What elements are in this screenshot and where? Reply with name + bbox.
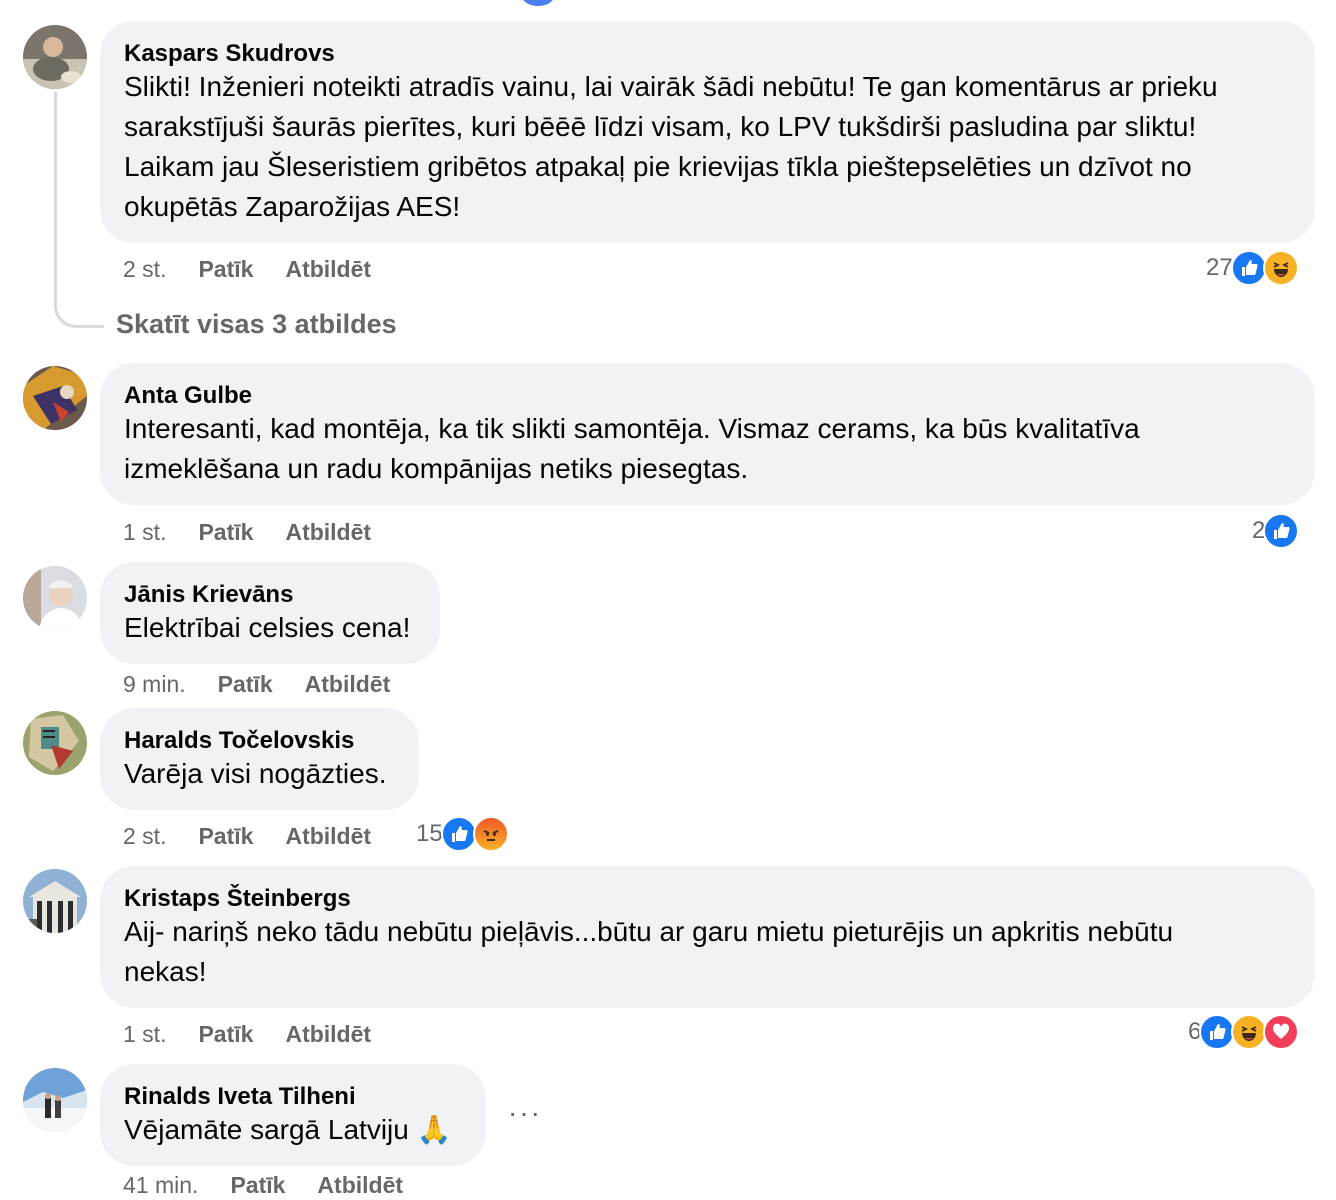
reaction-count: 27 <box>1206 254 1233 281</box>
like-icon <box>440 816 477 852</box>
reply-button[interactable]: Atbildēt <box>285 821 371 851</box>
reply-button[interactable]: Atbildēt <box>285 517 371 547</box>
comment-text: Vējamāte sargā Latviju 🙏 <box>124 1114 452 1145</box>
like-icon <box>1230 250 1267 286</box>
more-options-button[interactable]: ··· <box>508 1098 542 1128</box>
comment-text: Slikti! Inženieri noteikti atradīs vainu… <box>124 71 1218 222</box>
comment-actions: 2 st. Patīk Atbildēt <box>123 821 371 851</box>
reaction-summary[interactable]: 6 <box>1188 1014 1300 1050</box>
comment-actions: 9 min. Patīk Atbildēt <box>123 669 390 699</box>
like-icon <box>1199 1014 1236 1050</box>
comment-bubble: Rinalds Iveta Tilheni Vējamāte sargā Lat… <box>100 1064 486 1166</box>
reply-button[interactable]: Atbildēt <box>285 1019 371 1049</box>
avatar[interactable] <box>23 1068 87 1132</box>
like-button[interactable]: Patīk <box>198 254 253 284</box>
haha-icon <box>1262 250 1299 286</box>
reply-button[interactable]: Atbildēt <box>305 669 391 699</box>
comment-bubble: Kaspars Skudrovs Slikti! Inženieri notei… <box>100 21 1315 243</box>
like-button[interactable]: Patīk <box>218 669 273 699</box>
comment-author[interactable]: Rinalds Iveta Tilheni <box>124 1082 462 1112</box>
comment-bubble: Anta Gulbe Interesanti, kad montēja, ka … <box>100 363 1315 505</box>
comment-timestamp[interactable]: 1 st. <box>123 517 166 547</box>
comment-author[interactable]: Haralds Točelovskis <box>124 726 395 756</box>
reaction-summary[interactable]: 2 <box>1252 513 1300 549</box>
comment-text: Elektrībai celsies cena! <box>124 612 411 643</box>
comment-text: Interesanti, kad montēja, ka tik slikti … <box>124 413 1140 484</box>
comment-actions: 1 st. Patīk Atbildēt <box>123 517 371 547</box>
like-button[interactable]: Patīk <box>198 1019 253 1049</box>
like-icon <box>1263 513 1300 549</box>
comment-author[interactable]: Jānis Krievāns <box>124 580 416 610</box>
avatar[interactable] <box>23 869 87 933</box>
avatar[interactable] <box>23 711 87 775</box>
comment-bubble: Jānis Krievāns Elektrībai celsies cena! <box>100 562 440 664</box>
comment-timestamp[interactable]: 2 st. <box>123 821 166 851</box>
avatar[interactable] <box>23 25 87 89</box>
comment-bubble: Kristaps Šteinbergs Aij- nariņš neko tād… <box>100 866 1315 1008</box>
comment-timestamp[interactable]: 41 min. <box>123 1170 198 1200</box>
like-button[interactable]: Patīk <box>230 1170 285 1200</box>
reply-button[interactable]: Atbildēt <box>317 1170 403 1200</box>
reaction-summary[interactable]: 27 <box>1206 250 1299 286</box>
comment-timestamp[interactable]: 1 st. <box>123 1019 166 1049</box>
comment-author[interactable]: Kaspars Skudrovs <box>124 39 1291 69</box>
comment-author[interactable]: Anta Gulbe <box>124 381 1291 411</box>
comment-actions: 41 min. Patīk Atbildēt <box>123 1170 403 1200</box>
reaction-count: 15 <box>416 820 443 847</box>
comment-bubble: Haralds Točelovskis Varēja visi nogāztie… <box>100 708 419 810</box>
avatar[interactable] <box>23 566 87 630</box>
comment-text: Aij- nariņš neko tādu nebūtu pieļāvis...… <box>124 916 1174 987</box>
like-button[interactable]: Patīk <box>198 517 253 547</box>
reply-button[interactable]: Atbildēt <box>285 254 371 284</box>
comment-actions: 2 st. Patīk Atbildēt <box>123 254 371 284</box>
reply-thread-line <box>54 92 104 328</box>
comment-text: Varēja visi nogāzties. <box>124 758 387 789</box>
comment-timestamp[interactable]: 9 min. <box>123 669 186 699</box>
comment-actions: 1 st. Patīk Atbildēt <box>123 1019 371 1049</box>
reaction-badge-partial <box>522 0 554 6</box>
love-icon <box>1263 1014 1300 1050</box>
angry-icon <box>472 816 509 852</box>
reaction-summary[interactable]: 15 <box>416 816 509 852</box>
haha-icon <box>1231 1014 1268 1050</box>
avatar[interactable] <box>23 366 87 430</box>
like-button[interactable]: Patīk <box>198 821 253 851</box>
comment-timestamp[interactable]: 2 st. <box>123 254 166 284</box>
view-replies-link[interactable]: Skatīt visas 3 atbildes <box>116 306 397 342</box>
comment-author[interactable]: Kristaps Šteinbergs <box>124 884 1291 914</box>
